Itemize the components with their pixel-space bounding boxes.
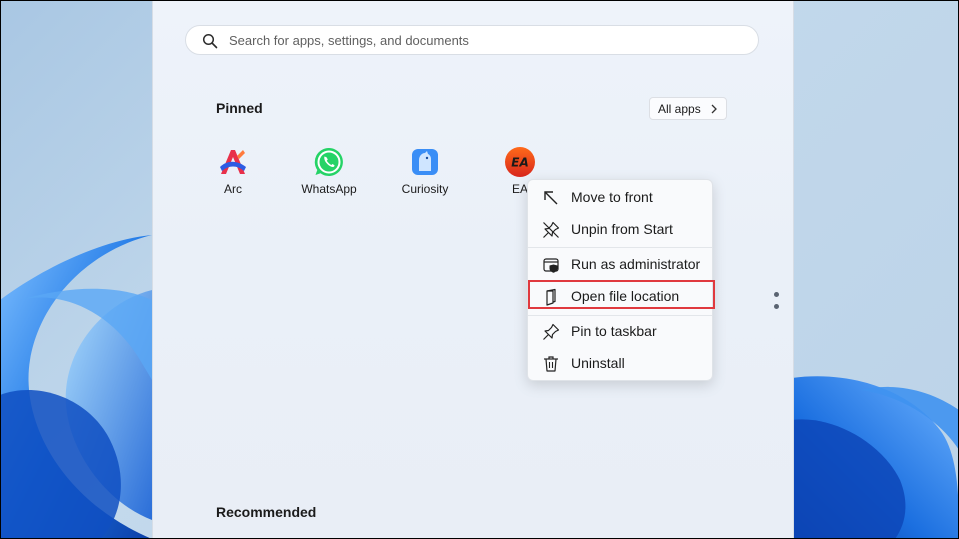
page-dot <box>774 304 779 309</box>
trash-icon <box>544 356 558 372</box>
menu-item-uninstall[interactable]: Uninstall <box>532 350 708 378</box>
menu-item-open-file-location[interactable]: Open file location <box>532 283 708 311</box>
menu-item-pin-to-taskbar[interactable]: Pin to taskbar <box>532 318 708 346</box>
page-dot <box>774 292 779 297</box>
curiosity-icon <box>412 149 438 175</box>
search-box[interactable]: Search for apps, settings, and documents <box>185 25 759 55</box>
menu-separator <box>528 315 712 316</box>
menu-item-label: Uninstall <box>571 355 625 371</box>
shield-icon <box>543 258 559 273</box>
ea-icon-text: EA <box>511 156 528 170</box>
pinned-app-arc[interactable]: Arc <box>188 146 278 206</box>
desktop: Search for apps, settings, and documents… <box>0 0 959 539</box>
menu-item-move-to-front[interactable]: Move to front <box>532 184 708 212</box>
menu-item-label: Unpin from Start <box>571 221 673 237</box>
pin-icon <box>543 323 560 340</box>
menu-item-label: Run as administrator <box>571 256 701 272</box>
recommended-title: Recommended <box>216 504 317 520</box>
page-indicator[interactable] <box>773 292 781 314</box>
ea-icon: EA <box>505 147 535 177</box>
move-to-front-icon <box>544 191 558 205</box>
search-icon <box>202 33 218 49</box>
whatsapp-icon <box>314 147 343 176</box>
search-placeholder: Search for apps, settings, and documents <box>229 33 469 48</box>
context-menu: Move to front Unpin from Start Run as ad… <box>527 179 713 381</box>
unpin-icon <box>543 221 560 238</box>
app-label: Curiosity <box>401 182 449 196</box>
app-label: WhatsApp <box>301 182 357 196</box>
menu-item-label: Open file location <box>571 288 680 304</box>
file-location-icon <box>546 288 556 306</box>
all-apps-label: All apps <box>658 102 701 116</box>
menu-item-label: Pin to taskbar <box>571 323 657 339</box>
pinned-app-curiosity[interactable]: Curiosity <box>380 146 470 206</box>
menu-separator <box>528 247 712 248</box>
chevron-right-icon <box>711 104 717 114</box>
menu-item-run-as-administrator[interactable]: Run as administrator <box>532 251 708 279</box>
all-apps-button[interactable]: All apps <box>649 97 727 120</box>
pinned-app-whatsapp[interactable]: WhatsApp <box>284 146 374 206</box>
menu-item-unpin-from-start[interactable]: Unpin from Start <box>532 216 708 244</box>
app-label: Arc <box>224 182 242 196</box>
pinned-title: Pinned <box>216 100 263 116</box>
arc-icon <box>220 150 246 174</box>
menu-item-label: Move to front <box>571 189 653 205</box>
